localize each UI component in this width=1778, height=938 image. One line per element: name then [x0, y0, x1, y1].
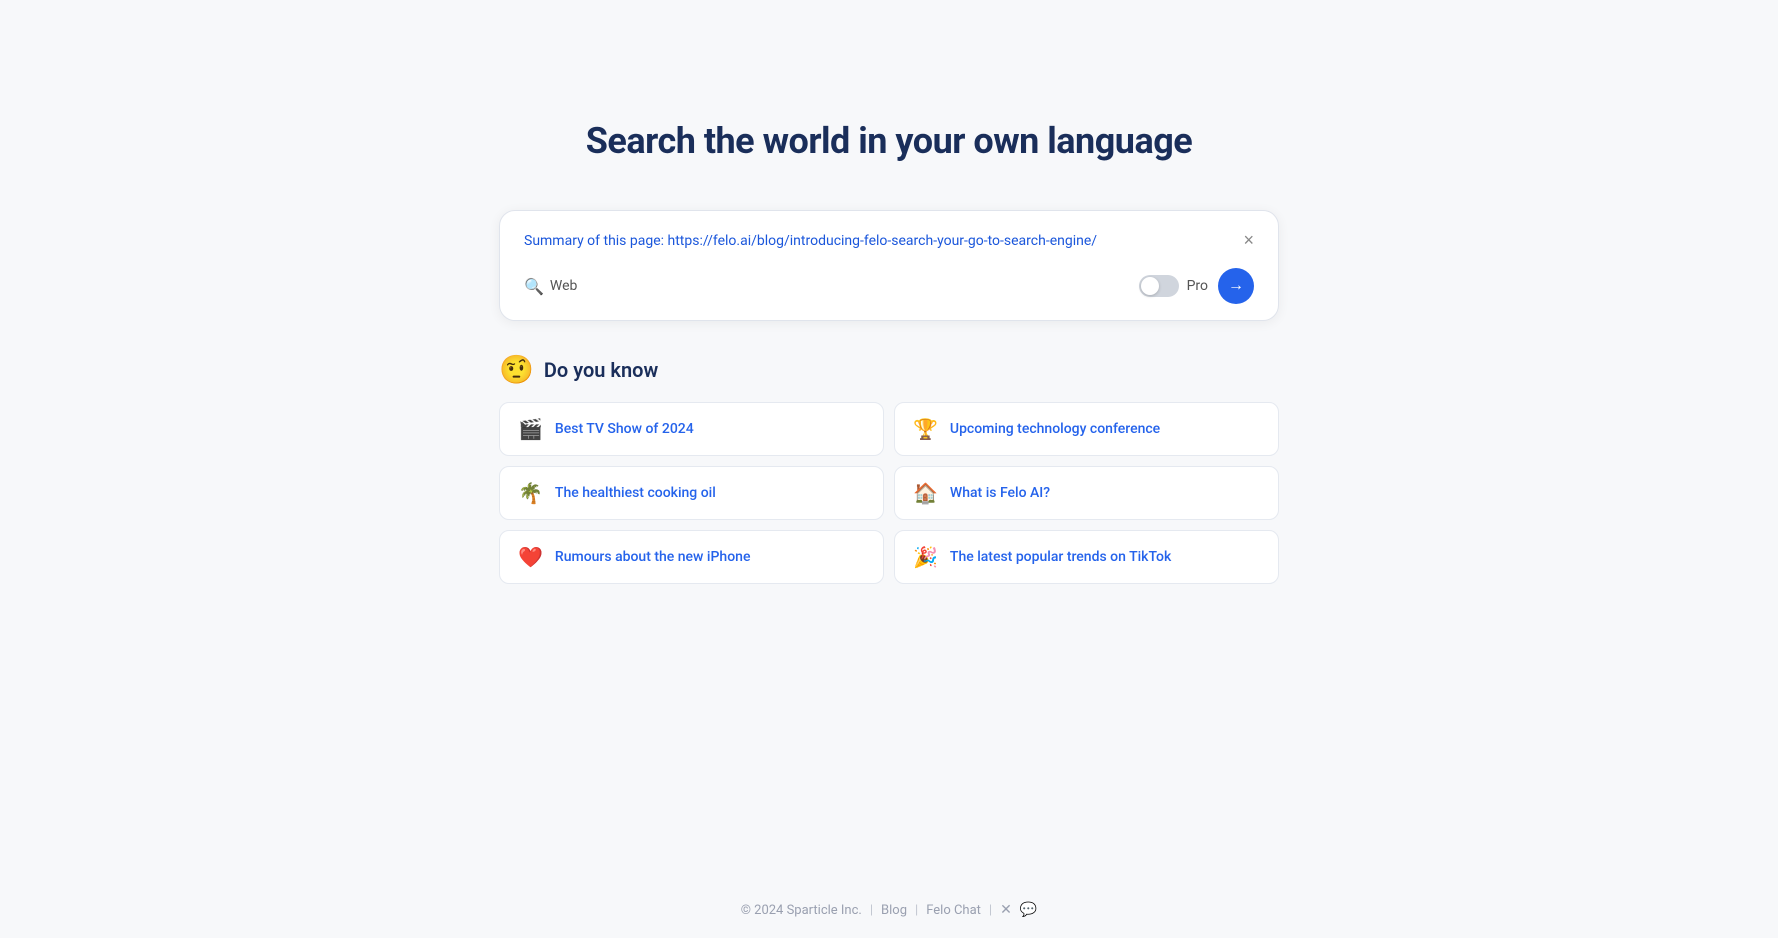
submit-arrow-icon: → — [1228, 277, 1244, 295]
do-you-know-title: Do you know — [544, 358, 658, 382]
url-row: Summary of this page: https://felo.ai/bl… — [524, 231, 1254, 252]
separator-1: | — [870, 903, 873, 918]
suggestion-emoji-iphone: ❤️ — [518, 545, 543, 569]
main-content: Search the world in your own language Su… — [489, 0, 1289, 882]
search-icon: 🔍 — [524, 277, 544, 296]
x-icon[interactable]: ✕ — [1000, 902, 1012, 918]
do-you-know-header: 🤨 Do you know — [499, 353, 1279, 386]
do-you-know-emoji: 🤨 — [499, 353, 534, 386]
toggle-knob — [1141, 277, 1159, 295]
suggestion-item-felo-ai[interactable]: 🏠 What is Felo AI? — [894, 466, 1279, 520]
submit-button[interactable]: → — [1218, 268, 1254, 304]
suggestion-item-tech-conference[interactable]: 🏆 Upcoming technology conference — [894, 402, 1279, 456]
separator-2: | — [915, 903, 918, 918]
page-title: Search the world in your own language — [586, 120, 1193, 162]
suggestion-emoji-felo-ai: 🏠 — [913, 481, 938, 505]
pro-toggle: Pro — [1139, 275, 1208, 297]
do-you-know-section: 🤨 Do you know 🎬 Best TV Show of 2024 🏆 Upco… — [499, 353, 1279, 584]
suggestion-text-tiktok: The latest popular trends on TikTok — [950, 549, 1171, 565]
suggestion-text-tv-show: Best TV Show of 2024 — [555, 421, 694, 437]
url-prefix: Summary of this page: — [524, 233, 668, 249]
suggestion-emoji-tech-conference: 🏆 — [913, 417, 938, 441]
search-mode: 🔍 Web — [524, 277, 577, 296]
pro-label: Pro — [1187, 278, 1208, 294]
url-text: Summary of this page: https://felo.ai/bl… — [524, 231, 1243, 252]
felo-chat-link[interactable]: Felo Chat — [926, 903, 981, 918]
suggestion-emoji-tv-show: 🎬 — [518, 417, 543, 441]
suggestion-item-tiktok[interactable]: 🎉 The latest popular trends on TikTok — [894, 530, 1279, 584]
suggestion-text-felo-ai: What is Felo AI? — [950, 485, 1050, 501]
search-mode-label: Web — [550, 278, 578, 294]
discord-icon[interactable]: 💬 — [1020, 902, 1037, 918]
copyright: © 2024 Sparticle Inc. — [741, 903, 862, 918]
suggestion-item-iphone[interactable]: ❤️ Rumours about the new iPhone — [499, 530, 884, 584]
url-value: https://felo.ai/blog/introducing-felo-se… — [668, 233, 1098, 249]
separator-3: | — [989, 903, 992, 918]
suggestion-text-cooking-oil: The healthiest cooking oil — [555, 485, 716, 501]
suggestion-emoji-tiktok: 🎉 — [913, 545, 938, 569]
search-right: Pro → — [1139, 268, 1254, 304]
search-controls: 🔍 Web Pro → — [524, 268, 1254, 304]
suggestion-item-cooking-oil[interactable]: 🌴 The healthiest cooking oil — [499, 466, 884, 520]
suggestion-emoji-cooking-oil: 🌴 — [518, 481, 543, 505]
suggestion-text-tech-conference: Upcoming technology conference — [950, 421, 1160, 437]
close-button[interactable]: × — [1243, 231, 1254, 249]
footer: © 2024 Sparticle Inc. | Blog | Felo Chat… — [0, 882, 1778, 938]
suggestion-item-tv-show[interactable]: 🎬 Best TV Show of 2024 — [499, 402, 884, 456]
search-box: Summary of this page: https://felo.ai/bl… — [499, 210, 1279, 321]
pro-toggle-switch[interactable] — [1139, 275, 1179, 297]
suggestion-text-iphone: Rumours about the new iPhone — [555, 549, 751, 565]
suggestions-grid: 🎬 Best TV Show of 2024 🏆 Upcoming technolog… — [499, 402, 1279, 584]
blog-link[interactable]: Blog — [881, 903, 907, 918]
